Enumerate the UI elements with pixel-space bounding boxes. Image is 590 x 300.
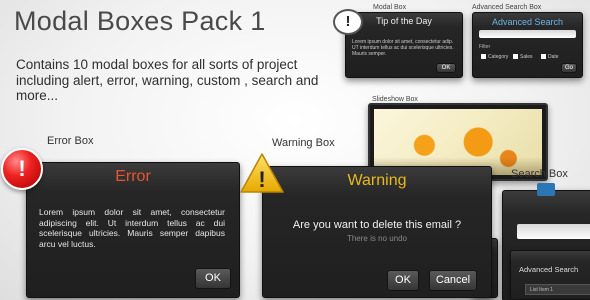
list-item[interactable]: List Item 1 bbox=[525, 284, 590, 295]
filter-label: Filter bbox=[479, 44, 491, 50]
date-checkbox-label: Date bbox=[548, 54, 559, 60]
magnifier-icon[interactable] bbox=[537, 183, 555, 196]
slideshow-box-label: Slideshow Box bbox=[372, 96, 418, 103]
advanced-search-input[interactable] bbox=[479, 30, 576, 38]
go-button[interactable]: Go bbox=[561, 63, 577, 73]
page-title: Modal Boxes Pack 1 bbox=[14, 6, 266, 36]
advanced-search-modal: Advanced Search Filter Category Sales Da… bbox=[472, 12, 583, 78]
warning-subtext: There is no undo bbox=[346, 234, 408, 243]
sales-checkbox[interactable]: Sales bbox=[513, 54, 533, 60]
warning-icon-glyph: ! bbox=[258, 167, 265, 192]
error-box-label: Error Box bbox=[47, 135, 94, 147]
error-ok-button[interactable]: OK bbox=[195, 268, 231, 289]
warning-modal: Warning Are you want to delete this emai… bbox=[262, 166, 492, 298]
category-checkbox[interactable]: Category bbox=[481, 54, 508, 60]
tip-body: Lorem ipsum dolor sit amet, consectetur … bbox=[352, 39, 454, 57]
warning-ok-button[interactable]: OK bbox=[387, 270, 419, 291]
warning-title: Warning bbox=[347, 172, 407, 189]
warning-box-label: Warning Box bbox=[272, 137, 335, 149]
intro-text: Contains 10 modal boxes for all sorts of… bbox=[16, 57, 319, 103]
warning-question: Are you want to delete this email ? bbox=[292, 219, 462, 231]
search-input[interactable] bbox=[517, 224, 590, 239]
modal-box-label: Modal Box bbox=[373, 4, 407, 11]
advanced-search-lower-modal: Advanced Search List Item 1 bbox=[510, 250, 590, 300]
warning-cancel-button[interactable]: Cancel bbox=[429, 270, 477, 291]
warning-icon: ! bbox=[240, 153, 284, 193]
tip-ok-button[interactable]: OK bbox=[436, 63, 456, 73]
advanced-search-lower-title: Advanced Search bbox=[519, 265, 579, 274]
date-checkbox[interactable]: Date bbox=[541, 54, 559, 60]
search-box-label: Search Box bbox=[511, 168, 568, 180]
error-title: Error bbox=[115, 168, 151, 185]
speech-bubble-icon: ! bbox=[333, 9, 363, 35]
sales-checkbox-label: Sales bbox=[520, 54, 533, 60]
category-checkbox-label: Category bbox=[488, 54, 509, 60]
error-icon: ! bbox=[1, 148, 43, 190]
error-body: Lorem ipsum dolor sit amet, consectetur … bbox=[39, 207, 225, 249]
advanced-search-box-label: Advanced Search Box bbox=[472, 4, 542, 11]
advanced-search-title: Advanced Search bbox=[491, 17, 564, 27]
tip-title: Tip of the Day bbox=[376, 16, 432, 26]
error-modal: Error Lorem ipsum dolor sit amet, consec… bbox=[26, 162, 240, 298]
